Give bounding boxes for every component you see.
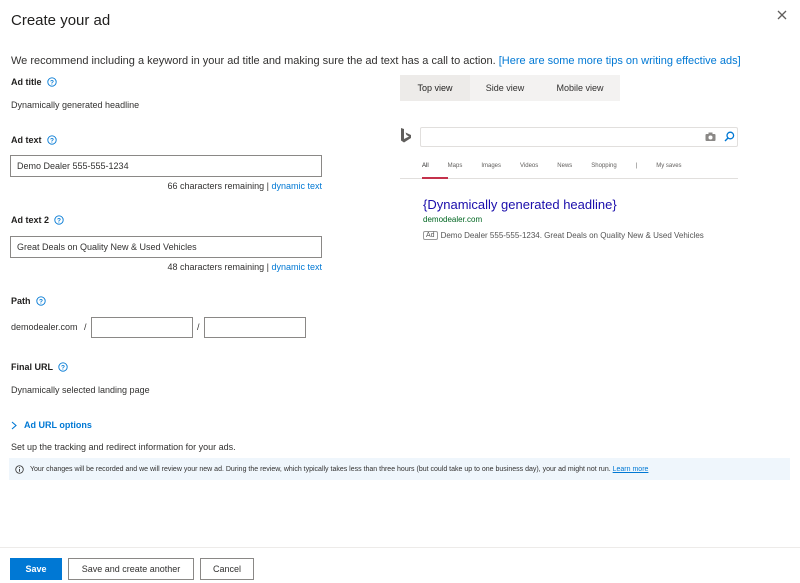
ad-url-options-description: Set up the tracking and redirect informa… [11, 442, 236, 452]
nav-shopping[interactable]: Shopping [591, 163, 616, 169]
camera-icon[interactable] [705, 132, 716, 142]
search-icon[interactable] [724, 131, 735, 142]
preview-tabs: Top view Side view Mobile view [400, 75, 620, 101]
ad-preview-headline[interactable]: {Dynamically generated headline} [423, 197, 617, 212]
ad-text-counter: 66 characters remaining | dynamic text [167, 181, 322, 191]
ad-text2-counter: 48 characters remaining | dynamic text [167, 262, 322, 272]
ad-url-options-toggle[interactable]: Ad URL options [11, 420, 92, 430]
help-icon[interactable]: ? [58, 362, 68, 372]
dynamic-text-link[interactable]: dynamic text [271, 262, 322, 272]
final-url-label: Final URL ? [11, 362, 68, 372]
nav-news[interactable]: News [557, 163, 572, 169]
path-domain: demodealer.com [11, 322, 78, 332]
tab-mobile-view[interactable]: Mobile view [540, 75, 620, 101]
final-url-value: Dynamically selected landing page [11, 385, 150, 395]
save-button[interactable]: Save [10, 558, 62, 580]
svg-text:?: ? [50, 79, 54, 86]
tips-link[interactable]: [Here are some more tips on writing effe… [499, 55, 741, 67]
nav-maps[interactable]: Maps [448, 163, 463, 169]
ad-text2-input[interactable] [10, 236, 322, 258]
path-label: Path ? [11, 296, 46, 306]
nav-my-saves[interactable]: My saves [656, 163, 681, 169]
nav-divider [400, 178, 738, 179]
search-box[interactable] [420, 127, 738, 147]
tab-side-view[interactable]: Side view [470, 75, 540, 101]
ad-preview-url: demodealer.com [423, 215, 483, 224]
path-slash: / [197, 322, 200, 332]
svg-text:?: ? [61, 364, 65, 371]
dialog-title: Create your ad [11, 12, 111, 29]
info-icon [15, 464, 24, 474]
help-icon[interactable]: ? [46, 77, 57, 87]
ad-title-label: Ad title ? [11, 77, 57, 87]
chevron-right-icon [11, 421, 17, 429]
learn-more-link[interactable]: Learn more [613, 466, 649, 473]
ad-badge: Ad [423, 231, 438, 240]
path-slash: / [84, 322, 87, 332]
nav-active-indicator [422, 177, 448, 179]
ad-text-input[interactable] [10, 155, 322, 177]
svg-text:?: ? [39, 298, 43, 305]
nav-separator: | [635, 163, 638, 169]
footer-divider [0, 547, 800, 548]
close-icon[interactable] [775, 8, 789, 22]
help-icon[interactable]: ? [35, 296, 46, 306]
nav-images[interactable]: Images [481, 163, 501, 169]
ad-title-value: Dynamically generated headline [11, 100, 140, 110]
ad-text-label: Ad text ? [11, 135, 57, 145]
tab-top-view[interactable]: Top view [400, 75, 470, 101]
help-icon[interactable]: ? [54, 215, 64, 225]
path2-input[interactable] [204, 317, 306, 338]
cancel-button[interactable]: Cancel [200, 558, 254, 580]
intro-text: We recommend including a keyword in your… [11, 55, 741, 67]
nav-videos[interactable]: Videos [520, 163, 538, 169]
ad-text2-label: Ad text 2 ? [11, 215, 64, 225]
save-and-create-another-button[interactable]: Save and create another [68, 558, 194, 580]
path1-input[interactable] [91, 317, 193, 338]
dynamic-text-link[interactable]: dynamic text [271, 181, 322, 191]
nav-all[interactable]: All [422, 163, 429, 169]
svg-text:?: ? [57, 217, 61, 224]
ad-preview-description: Ad Demo Dealer 555-555-1234. Great Deals… [423, 231, 704, 240]
search-nav: All Maps Images Videos News Shopping | M… [422, 163, 698, 169]
bing-logo-icon [401, 128, 411, 143]
help-icon[interactable]: ? [46, 135, 57, 145]
svg-text:?: ? [50, 137, 54, 144]
review-notice: Your changes will be recorded and we wil… [9, 458, 790, 480]
